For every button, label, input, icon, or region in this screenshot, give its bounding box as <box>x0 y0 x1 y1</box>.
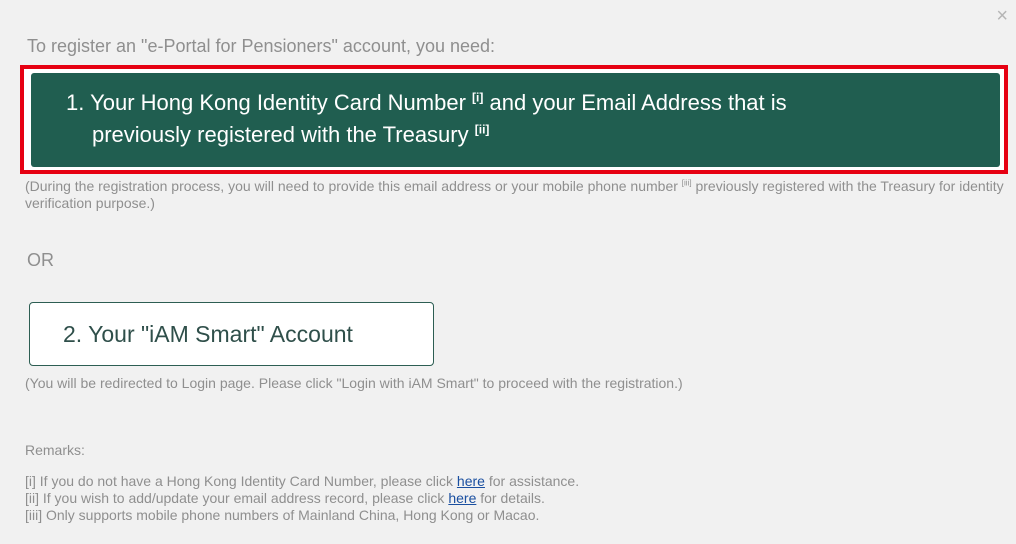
option1-line2: previously registered with the Treasury <box>92 122 469 147</box>
option1-note-text-a: (During the registration process, you wi… <box>25 178 678 194</box>
option1-line1: 1. Your Hong Kong Identity Card Number <box>66 90 466 115</box>
close-icon[interactable]: × <box>996 6 1008 26</box>
or-separator: OR <box>27 250 54 270</box>
footnote-ref-ii: [ii] <box>474 122 490 137</box>
iam-smart-option-button[interactable]: 2. Your "iAM Smart" Account <box>29 302 434 366</box>
registration-dialog: × To register an "e-Portal for Pensioner… <box>0 0 1016 544</box>
remark-item-ii: [ii] If you wish to add/update your emai… <box>25 490 579 507</box>
remark-item-i: [i] If you do not have a Hong Kong Ident… <box>25 473 579 490</box>
remark-i-text-after: for assistance. <box>488 473 580 489</box>
remark-i-text: [i] If you do not have a Hong Kong Ident… <box>25 473 454 489</box>
intro-text: To register an "e-Portal for Pensioners"… <box>27 36 496 56</box>
remark-ii-text: [ii] If you wish to add/update your emai… <box>25 490 445 506</box>
option2-note: (You will be redirected to Login page. P… <box>25 375 683 391</box>
email-update-link[interactable]: here <box>448 490 476 506</box>
option1-line1b: and your Email Address that is <box>489 90 787 115</box>
footnote-ref-iii: [iii] <box>681 178 692 188</box>
remarks-list: [i] If you do not have a Hong Kong Ident… <box>25 473 579 524</box>
highlight-box: 1. Your Hong Kong Identity Card Number [… <box>20 65 1008 174</box>
footnote-ref-i: [i] <box>472 90 484 105</box>
hkid-email-option-button[interactable]: 1. Your Hong Kong Identity Card Number [… <box>31 73 1000 167</box>
remark-ii-text-after: for details. <box>480 490 545 506</box>
option1-note: (During the registration process, you wi… <box>25 178 1010 212</box>
remarks-title: Remarks: <box>25 442 85 458</box>
hkid-help-link[interactable]: here <box>457 473 485 489</box>
remark-item-iii: [iii] Only supports mobile phone numbers… <box>25 507 540 523</box>
